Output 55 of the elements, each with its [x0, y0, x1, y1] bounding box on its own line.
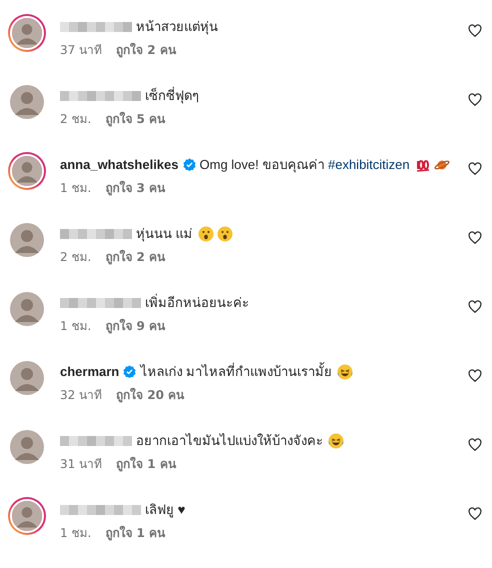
likes-count[interactable]: ถูกใจ 5 คน: [105, 111, 165, 127]
avatar-icon: [10, 430, 44, 464]
comment-text: เซ็กซี่ฟุดๆ: [145, 86, 199, 105]
avatar[interactable]: [8, 83, 46, 121]
avatar-icon: [10, 223, 44, 257]
like-icon[interactable]: [468, 231, 482, 245]
avatar[interactable]: [8, 428, 46, 466]
laughing-face-icon: [328, 432, 344, 448]
comment-text: อยากเอาไขมันไปแบ่งให้บ้างจังคะ: [136, 432, 323, 450]
like-icon[interactable]: [468, 438, 482, 452]
comment-time: 31 นาที: [60, 456, 102, 472]
comment-time: 37 นาที: [60, 42, 102, 58]
comment-text: เพิ่มอีกหน่อยนะค่ะ: [145, 293, 249, 312]
hashtag-link[interactable]: #exhibitcitizen: [328, 157, 410, 172]
likes-count[interactable]: ถูกใจ 20 คน: [116, 387, 184, 403]
comment-text: ไหลเก่ง มาไหลที่กำแพงบ้านเรามั้ย: [140, 362, 332, 381]
avatar-icon: [10, 361, 44, 395]
comment-time: 32 นาที: [60, 387, 102, 403]
avatar-icon: [10, 292, 44, 326]
comment-time: 1 ชม.: [60, 180, 92, 196]
comment-time: 1 ชม.: [60, 525, 92, 541]
likes-count[interactable]: ถูกใจ 3 คน: [105, 180, 165, 196]
comment-text: Omg love! ขอบคุณค่า #exhibitcitizen: [200, 156, 410, 174]
comment-text: หน้าสวยแต่หุ่น: [136, 18, 218, 36]
avatar-icon: [10, 85, 44, 119]
like-icon[interactable]: [468, 369, 482, 383]
comment-time: 2 ชม.: [60, 249, 92, 265]
like-icon[interactable]: [468, 507, 482, 521]
avatar-icon: [10, 499, 44, 533]
likes-count[interactable]: ถูกใจ 1 คน: [105, 525, 165, 541]
avatar-icon: [10, 16, 44, 50]
username-link[interactable]: anna_whatshelikes: [60, 155, 178, 174]
story-ring-avatar[interactable]: [8, 152, 46, 190]
likes-count[interactable]: ถูกใจ 9 คน: [105, 318, 165, 334]
surprised-face-icon: [198, 226, 214, 242]
comment-time: 1 ชม.: [60, 318, 92, 334]
story-ring-avatar[interactable]: [8, 497, 46, 535]
story-ring-avatar[interactable]: [8, 14, 46, 52]
username-link[interactable]: chermarn: [60, 362, 120, 381]
like-icon[interactable]: [468, 162, 482, 176]
avatar[interactable]: [8, 221, 46, 259]
like-icon[interactable]: [468, 300, 482, 314]
like-icon[interactable]: [468, 24, 482, 38]
comment-text: เลิฟยู ♥: [145, 501, 186, 519]
surprised-face-icon: [216, 226, 233, 242]
like-icon[interactable]: [468, 93, 482, 107]
likes-count[interactable]: ถูกใจ 2 คน: [105, 249, 165, 265]
avatar[interactable]: [8, 359, 46, 397]
likes-count[interactable]: ถูกใจ 1 คน: [116, 456, 176, 472]
comment-text: หุ่นนน แม่: [136, 225, 193, 243]
avatar[interactable]: [8, 290, 46, 328]
avatar-icon: [10, 154, 44, 188]
laughing-face-icon: [336, 364, 353, 380]
comment-time: 2 ชม.: [60, 111, 92, 127]
likes-count[interactable]: ถูกใจ 2 คน: [116, 42, 176, 58]
